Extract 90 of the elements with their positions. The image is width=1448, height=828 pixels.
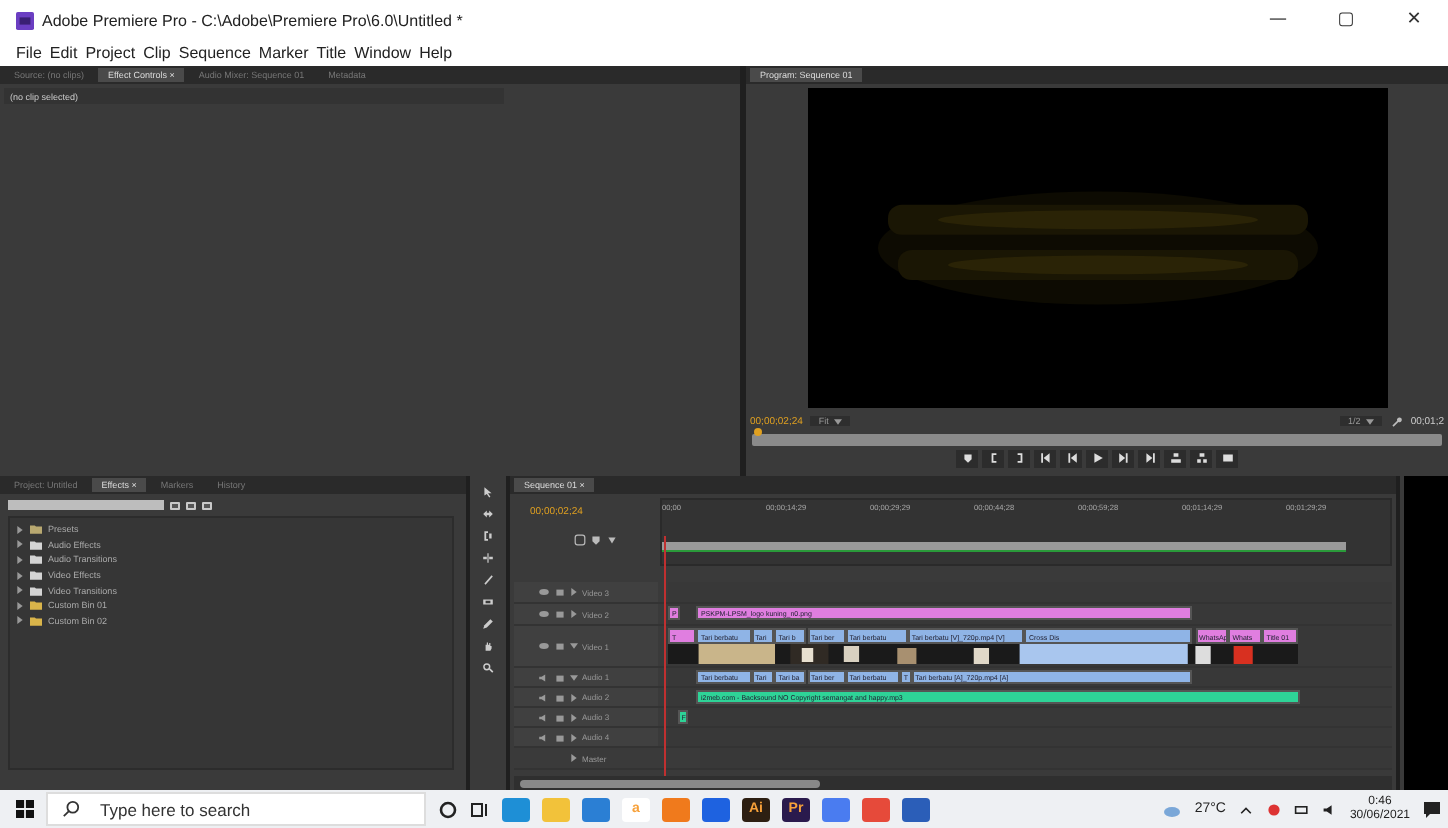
app-icon[interactable] xyxy=(582,797,610,821)
triangle-icon[interactable] xyxy=(606,534,618,546)
marker-button[interactable] xyxy=(956,450,978,468)
double-arrow-icon xyxy=(482,508,494,520)
menu-item[interactable]: Help xyxy=(415,44,457,62)
lift-icon xyxy=(1169,452,1181,464)
tool-button[interactable] xyxy=(478,616,498,632)
export-frame-icon xyxy=(1221,452,1233,464)
taskbar-search-field[interactable]: Type here to search xyxy=(46,792,426,826)
expand-icon[interactable] xyxy=(570,754,578,762)
magnifier-icon xyxy=(482,662,494,674)
extract-button[interactable] xyxy=(1190,450,1212,468)
caret-icon xyxy=(834,417,843,425)
hand-icon xyxy=(482,640,494,652)
lock-icon[interactable] xyxy=(554,640,566,652)
menu-item[interactable]: Title xyxy=(312,44,351,62)
expand-icon[interactable] xyxy=(570,673,578,681)
menu-item[interactable]: Window xyxy=(350,44,416,62)
split-arrows-icon xyxy=(482,552,494,564)
eye-icon[interactable] xyxy=(538,640,550,652)
app-icon[interactable] xyxy=(502,797,530,821)
snap-icon[interactable] xyxy=(574,534,586,546)
menu-item[interactable]: Clip xyxy=(139,44,175,62)
menu-item[interactable]: Project xyxy=(81,44,140,62)
app-icon[interactable] xyxy=(902,797,930,821)
scroll-bar[interactable] xyxy=(514,776,1392,790)
app-icon[interactable] xyxy=(662,797,690,821)
window-control-button[interactable]: ▢ xyxy=(1312,0,1380,40)
menu-item[interactable]: File xyxy=(12,44,46,62)
network-icon[interactable] xyxy=(1265,801,1282,817)
step-forward-button[interactable] xyxy=(1112,450,1134,468)
task-view-icon[interactable] xyxy=(470,799,490,819)
arrow-icon xyxy=(482,486,494,498)
extract-icon xyxy=(1195,452,1207,464)
windows-start-icon[interactable] xyxy=(16,800,34,818)
expand-icon[interactable] xyxy=(570,610,578,618)
window-control-button[interactable]: — xyxy=(1244,0,1312,40)
go-to-out-button[interactable] xyxy=(1138,450,1160,468)
circle-icon[interactable] xyxy=(438,799,458,819)
export-frame-button[interactable] xyxy=(1216,450,1238,468)
speaker-icon[interactable] xyxy=(1321,801,1338,817)
expand-icon[interactable] xyxy=(570,588,578,596)
bin-icon[interactable] xyxy=(170,501,180,509)
marker-icon xyxy=(961,452,973,464)
search-icon xyxy=(62,800,80,818)
bin-icon[interactable] xyxy=(186,501,196,509)
app-icon[interactable] xyxy=(862,797,890,821)
caret-icon xyxy=(1366,417,1375,425)
mark-out-button[interactable] xyxy=(1008,450,1030,468)
expand-icon[interactable] xyxy=(570,733,578,741)
battery-icon[interactable] xyxy=(1293,801,1310,817)
slip-icon xyxy=(482,596,494,608)
pen-icon xyxy=(482,618,494,630)
menu-item[interactable]: Edit xyxy=(45,44,82,62)
expand-icon[interactable] xyxy=(570,713,578,721)
lift-button[interactable] xyxy=(1164,450,1186,468)
tool-button[interactable] xyxy=(478,594,498,610)
bracket-icon xyxy=(482,530,494,542)
mark-out-icon xyxy=(1013,452,1025,464)
play-button[interactable] xyxy=(1086,450,1108,468)
go-to-out-icon xyxy=(1143,452,1155,464)
expand-icon[interactable] xyxy=(570,642,578,650)
step-back-button[interactable] xyxy=(1060,450,1082,468)
step-forward-icon xyxy=(1117,452,1129,464)
premiere-logo-icon xyxy=(16,11,34,29)
playhead-icon[interactable] xyxy=(754,428,762,436)
bin-icon[interactable] xyxy=(202,501,212,509)
play-icon xyxy=(1091,452,1103,464)
menu-item[interactable]: Sequence xyxy=(174,44,255,62)
wrench-icon[interactable] xyxy=(1390,415,1403,427)
window-title: Adobe Premiere Pro - C:\Adobe\Premiere Pro\6.0\Untitled * xyxy=(42,11,463,29)
app-icon[interactable] xyxy=(822,797,850,821)
tool-button[interactable] xyxy=(478,550,498,566)
step-back-icon xyxy=(1065,452,1077,464)
blade-icon xyxy=(482,574,494,586)
tool-button[interactable] xyxy=(478,528,498,544)
menu-item[interactable]: Marker xyxy=(254,44,313,62)
window-control-button[interactable]: ✕ xyxy=(1380,0,1448,40)
go-to-in-icon xyxy=(1039,452,1051,464)
notification-icon[interactable] xyxy=(1422,799,1442,819)
marker-icon[interactable] xyxy=(590,534,602,546)
app-icon[interactable] xyxy=(702,797,730,821)
search-field[interactable] xyxy=(8,500,164,510)
go-to-in-button[interactable] xyxy=(1034,450,1056,468)
tool-button[interactable] xyxy=(478,572,498,588)
mark-in-icon xyxy=(987,452,999,464)
mark-in-button[interactable] xyxy=(982,450,1004,468)
tool-button[interactable] xyxy=(478,660,498,676)
expand-icon[interactable] xyxy=(570,693,578,701)
tool-button[interactable] xyxy=(478,506,498,522)
